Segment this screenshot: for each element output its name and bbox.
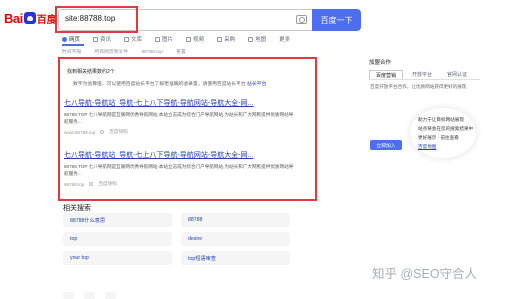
tab-label: 网页 <box>69 37 81 43</box>
result-title[interactable]: 七八导航-导航站_导航-七上八下导航-导航网站-导航大全-网... <box>64 98 294 108</box>
related-searches-title: 相关搜索 <box>63 205 91 212</box>
tab-label: 文库 <box>131 37 143 43</box>
tab-video[interactable]: 视频 <box>186 34 204 44</box>
side-description: 百度开放平台合作，让优质网站获得更好的展现 <box>370 84 467 89</box>
popup-text: 助力于让目标网站展现 <box>418 117 464 122</box>
search-result: 七八导航-导航站_导航-七上八下导航-导航网站-导航大全-网... 88788.… <box>64 150 294 187</box>
tab-images[interactable]: 图片 <box>155 34 173 44</box>
related-item[interactable]: top短语审查 <box>181 251 290 265</box>
snapshot-link[interactable]: 百度快照 <box>109 129 127 135</box>
popup-link[interactable]: 百度地图 <box>418 144 436 150</box>
related-item[interactable]: top <box>63 232 172 246</box>
join-button[interactable]: 立即加入 <box>370 140 402 150</box>
tab-label: 地图 <box>255 37 267 43</box>
baidu-logo[interactable]: Bai 百度 <box>4 8 60 28</box>
pagination <box>63 292 116 299</box>
popup-card <box>410 108 476 158</box>
snapshot-link[interactable]: 百度快照 <box>98 181 116 187</box>
logo-text-bai: Bai <box>4 10 23 26</box>
related-searches: 88788什么意思 88788 top desire your top top短… <box>63 213 290 265</box>
tab-purchase[interactable]: 采购 <box>217 34 235 44</box>
notice-body: 数字为估算值，可以使用百度站长平台了解更准确的收录量。请使用百度站长平台 <box>73 82 246 87</box>
filetype-filter[interactable]: 所有网页和文件 <box>95 50 129 55</box>
info-icon[interactable] <box>89 182 94 186</box>
tab-news[interactable]: 资讯 <box>93 34 111 44</box>
info-icon[interactable] <box>100 130 105 134</box>
cart-icon <box>217 36 223 42</box>
page-button[interactable] <box>84 292 95 299</box>
tab-label: 图片 <box>162 37 174 43</box>
related-item[interactable]: 88788 <box>181 213 290 227</box>
tab-more[interactable]: 更多 <box>279 34 290 44</box>
result-count: 找到相关结果数约2个 <box>67 69 115 75</box>
tab-label: 视频 <box>193 37 205 43</box>
popup-text: 站点将会在您的搜索结果中 <box>418 126 474 131</box>
watermark: 知乎 @SEO守合人 <box>372 267 478 281</box>
related-item[interactable]: 88788什么意思 <box>63 213 172 227</box>
tab-label: 采购 <box>224 37 236 43</box>
highlight-box-search <box>55 6 138 33</box>
time-filter[interactable]: 时间不限 <box>62 50 81 55</box>
result-meta: www.88788.top 百度快照 <box>64 129 294 135</box>
camera-icon[interactable] <box>296 15 307 24</box>
popup-text-part: 更好展示 · 前往查看 <box>418 135 459 140</box>
active-tab-underline <box>62 44 84 46</box>
image-icon <box>155 36 161 42</box>
tab-map[interactable]: 地图 <box>248 34 266 44</box>
tab-web[interactable]: 网页 <box>62 34 80 44</box>
site-filter[interactable]: 88788.top <box>141 50 162 55</box>
search-tabs: 网页 资讯 文库 图片 视频 采购 地图 更多 <box>62 34 303 44</box>
popup-text: 更好展示 · 前往查看 <box>418 135 459 141</box>
result-description: 88788.TOP 七八导航网是互联网优秀导航网站,本站立志成为综合门户导航网站… <box>64 164 294 176</box>
page-button[interactable] <box>105 292 116 299</box>
result-meta: 88788.top 百度快照 <box>64 181 294 187</box>
search-icon <box>62 36 67 42</box>
side-panel-title: 加盟合作 <box>369 60 392 66</box>
result-url[interactable]: www.88788.top <box>64 130 95 135</box>
search-result: 七八导航-导航站_导航-七上八下导航-导航网站-导航大全-网... 88788.… <box>64 98 294 135</box>
result-url[interactable]: 88788.top <box>64 182 84 187</box>
doc-icon <box>124 36 130 42</box>
logo-text-du: 百度 <box>36 14 57 26</box>
paw-icon <box>23 12 36 24</box>
notice-text: 数字为估算值，可以使用百度站长平台了解更准确的收录量。请使用百度站长平台 站长平… <box>73 80 266 87</box>
related-item[interactable]: your top <box>63 251 172 265</box>
tab-label: 资讯 <box>100 37 112 43</box>
result-description: 88788.TOP 七八导航网是互联网优秀导航网站,本站立志成为综合门户导航网站… <box>64 112 294 124</box>
search-button[interactable]: 百度一下 <box>312 9 361 31</box>
tab-label: 更多 <box>279 37 291 43</box>
news-icon <box>93 36 99 42</box>
notice-link[interactable]: 站长平台 <box>247 82 266 87</box>
video-icon <box>186 36 192 42</box>
search-tools: 时间不限 所有网页和文件 88788.top 重置 <box>62 48 198 55</box>
page-button[interactable] <box>63 292 74 299</box>
reset-filter[interactable]: 重置 <box>176 50 186 55</box>
map-icon <box>248 36 254 42</box>
related-item[interactable]: desire <box>181 232 290 246</box>
divider <box>369 79 480 80</box>
result-title[interactable]: 七八导航-导航站_导航-七上八下导航-导航网站-导航大全-网... <box>64 150 294 160</box>
tab-wenku[interactable]: 文库 <box>124 34 142 44</box>
